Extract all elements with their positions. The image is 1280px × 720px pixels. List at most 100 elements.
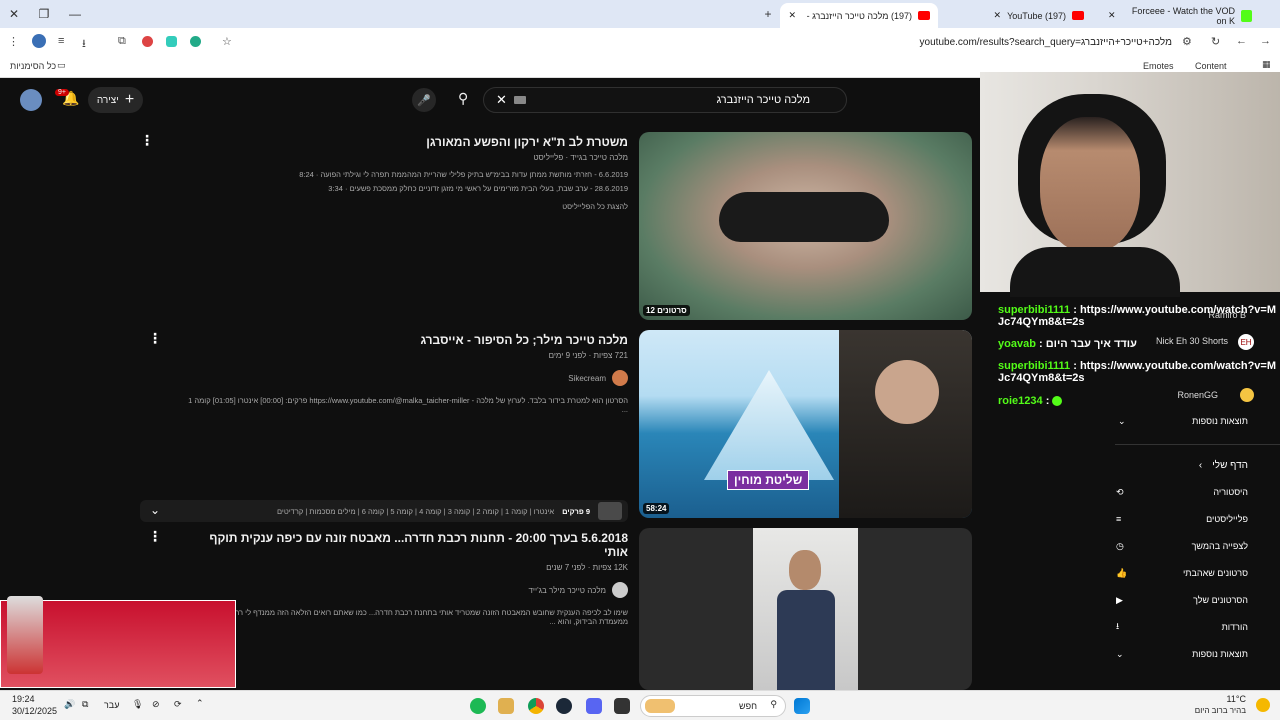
bookmark-star-icon[interactable]: ☆ [222, 35, 232, 48]
tab-close-icon[interactable]: ✕ [1108, 10, 1116, 21]
subscription-item[interactable]: Nick Eh 30 Shorts [1156, 336, 1228, 346]
chat-username[interactable]: roie1234 [998, 395, 1043, 407]
tray-icon[interactable]: ⟳ [174, 699, 182, 710]
channel-name[interactable]: מלכה טייכר מילר בג'ייד [529, 586, 607, 595]
playlist-item[interactable]: 6.6.2019 - חזרתי מותשת ממתן עדות בבימ"ש … [248, 170, 628, 179]
extension-icon[interactable] [190, 36, 201, 47]
tab-youtube-search[interactable]: (197) מלכה טייכר הייזנברג - ‏ ✕ [780, 3, 938, 28]
spotify-icon[interactable] [470, 698, 486, 714]
menu-dots-icon[interactable]: ⋮ [8, 35, 19, 48]
result-video[interactable]: שליטת מוחין 58:24 מלכה טייכר מילר; כל הס… [0, 330, 980, 522]
chat-username[interactable]: superbibi1111 [998, 304, 1070, 316]
language-indicator[interactable]: עבר [104, 700, 119, 710]
forward-icon[interactable]: → [1260, 35, 1271, 47]
clear-search-icon[interactable]: ✕ [496, 92, 507, 108]
close-window-icon[interactable]: ✕ [5, 5, 23, 23]
tab-close-icon[interactable]: ✕ [788, 10, 796, 21]
my-page-header[interactable]: הדף שלי › [1128, 460, 1248, 471]
network-icon[interactable]: ⧉ [82, 699, 88, 710]
chevron-up-icon[interactable]: ⌃ [196, 698, 204, 709]
chat-username[interactable]: superbibi1111 [998, 360, 1070, 372]
create-button[interactable]: + יצירה [88, 87, 143, 113]
playlist-thumbnail[interactable]: 12 סרטונים [639, 132, 972, 320]
extensions-icon[interactable]: ⧉ [118, 35, 126, 48]
ad-banner[interactable] [0, 596, 236, 688]
clock-date[interactable]: 30/12/2025 [12, 706, 57, 716]
back-icon[interactable]: ← [1236, 35, 1247, 47]
subscription-item[interactable]: Ramiro B [1208, 310, 1246, 320]
browser-tab-bar: ✕ ❐ — + Forceee - Watch the VOD on K ✕ (… [0, 0, 1280, 28]
restore-window-icon[interactable]: ❐ [35, 5, 53, 23]
search-input[interactable]: מלכה טייכר הייזנברג ✕ [483, 87, 847, 113]
result-playlist[interactable]: 12 סרטונים משטרת לב ת"א ירקון והפשע המאו… [0, 130, 980, 320]
extension-icon[interactable] [142, 36, 153, 47]
weather-temp[interactable]: 11°C [1227, 694, 1246, 704]
chrome-icon[interactable] [528, 698, 544, 714]
minimize-window-icon[interactable]: — [66, 5, 84, 23]
menu-item-your-videos[interactable]: ▶ הסרטונים שלך [1116, 595, 1248, 606]
taskbar-search[interactable]: חפש ⚲ [640, 695, 786, 717]
clock-time[interactable]: 19:24 [12, 694, 35, 704]
tune-icon[interactable]: ⚙ [1182, 35, 1192, 48]
channel-name[interactable]: מלכה טייכר בגייד · פלייליסט [248, 153, 628, 162]
weather-desc[interactable]: בהיר ברוב היום [1195, 706, 1246, 715]
weather-icon[interactable] [1256, 698, 1270, 712]
menu-item-history[interactable]: ⟲ היסטוריה [1116, 487, 1248, 498]
playlist-item[interactable]: 28.6.2019 - ערב שבת, בעלי הבית מזרימים ע… [248, 184, 628, 193]
more-options-icon[interactable]: ⋮ [148, 528, 162, 545]
volume-icon[interactable]: 🔊 [64, 699, 75, 710]
result-title[interactable]: משטרת לב ת"א ירקון והפשע המאורגן [248, 135, 628, 149]
more-options-icon[interactable]: ⋮ [148, 330, 162, 347]
steam-icon[interactable] [556, 698, 572, 714]
all-bookmarks[interactable]: כל הסימניות [10, 61, 56, 71]
channel-avatar[interactable] [612, 370, 628, 386]
list-icon[interactable]: ≡ [58, 35, 64, 47]
chevron-down-icon[interactable]: ⌄ [150, 503, 160, 517]
menu-item-playlists[interactable]: ≡ פלייליסטים [1116, 514, 1248, 524]
sync-icon[interactable]: ⊘ [152, 699, 160, 710]
youtube-logo-icon [1072, 11, 1084, 20]
menu-item-liked[interactable]: 👍 סרטונים שאהבתי [1116, 568, 1248, 579]
avatar[interactable] [20, 89, 42, 111]
windows-start-icon[interactable] [794, 698, 810, 714]
mic-icon[interactable]: 🎤 [412, 88, 436, 112]
tab-close-icon[interactable]: ✕ [994, 10, 1002, 21]
channel-row[interactable]: מלכה טייכר מילר בג'ייד [208, 582, 628, 598]
show-more-button[interactable]: ⌄ תוצאות נוספות [1118, 416, 1248, 427]
search-icon[interactable]: ⚲ [458, 90, 468, 107]
more-options-icon[interactable]: ⋮ [140, 132, 154, 149]
menu-item-watch-later[interactable]: ◷ לצפייה בהמשך [1116, 541, 1248, 552]
channel-row[interactable]: Sikecream [188, 370, 628, 386]
channel-name[interactable]: Sikecream [568, 374, 606, 383]
search-highlight-icon [645, 699, 675, 713]
extension-icon[interactable] [166, 36, 177, 47]
chapters-bar[interactable]: 9 פרקים אינטרו | קומה 1 | קומה 2 | קומה … [140, 500, 628, 522]
bookmark-emotes[interactable]: Emotes [1143, 61, 1174, 71]
app-icon[interactable] [498, 698, 514, 714]
download-icon[interactable]: ⭳ [82, 35, 86, 54]
result-title[interactable]: 5.6.2018 בערך 20:00 - תחנות רכבת חדרה...… [208, 531, 628, 559]
channel-avatar[interactable] [612, 582, 628, 598]
profile-icon[interactable] [32, 34, 46, 48]
discord-icon[interactable] [586, 698, 602, 714]
new-tab-icon[interactable]: + [759, 5, 777, 23]
url-input[interactable]: youtube.com/results?search_query=מלכה+טי… [240, 31, 1202, 53]
grid-icon[interactable]: ▦ [1262, 59, 1271, 70]
chat-username[interactable]: yoavab [998, 338, 1036, 350]
subscription-item[interactable]: RonenGG [1177, 390, 1218, 400]
keyboard-icon[interactable] [514, 96, 526, 104]
menu-item-downloads[interactable]: ⭳ הורדות [1116, 621, 1248, 632]
reload-icon[interactable]: ↻ [1211, 35, 1220, 48]
result-title[interactable]: מלכה טייכר מילר; כל הסיפור - אייסברג [188, 333, 628, 347]
video-thumbnail[interactable]: שליטת מוחין 58:24 [639, 330, 972, 518]
video-thumbnail[interactable] [639, 528, 972, 690]
chevron-down-icon: ⌄ [1118, 415, 1126, 426]
mic-icon[interactable]: 🎙 [132, 699, 143, 710]
view-full-playlist-link[interactable]: להצגת כל הפלייליסט [248, 202, 628, 211]
bookmark-content[interactable]: Content [1195, 61, 1227, 71]
tab-youtube[interactable]: (197) YouTube ✕ [942, 3, 1092, 28]
tab-kick[interactable]: Forceee - Watch the VOD on K ✕ [1100, 3, 1260, 28]
menu-label: סרטונים שאהבתי [1182, 568, 1248, 578]
menu-item-more[interactable]: ⌄ תוצאות נוספות [1116, 649, 1248, 660]
app-icon[interactable] [614, 698, 630, 714]
